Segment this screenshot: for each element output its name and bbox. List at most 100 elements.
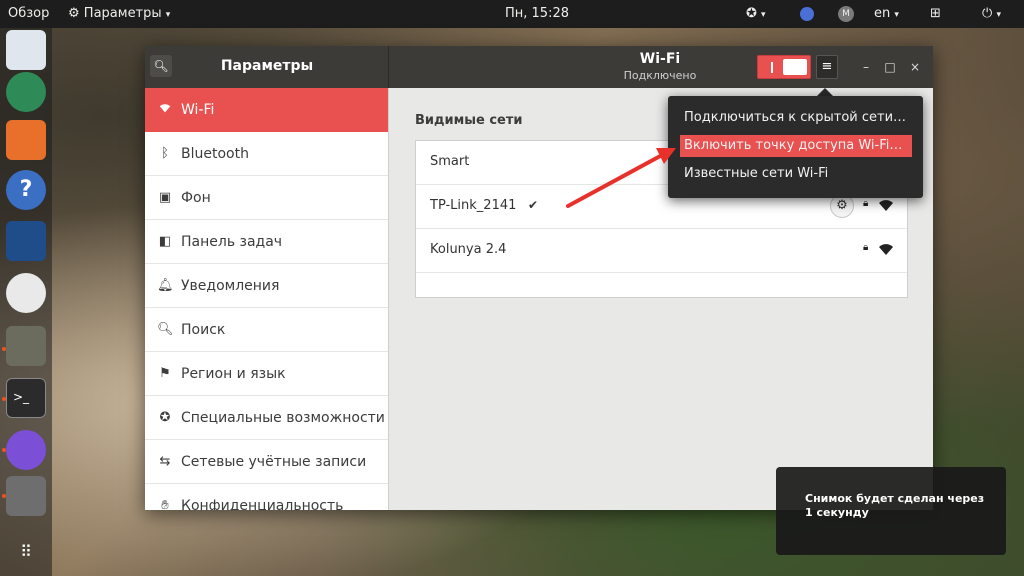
accessibility-icon: ✪ xyxy=(746,6,757,21)
accessibility-menu[interactable]: ✪ ▾ xyxy=(746,0,766,28)
running-indicator xyxy=(2,347,6,351)
easy-egg-icon[interactable] xyxy=(6,273,46,313)
sidebar-item-label: Конфиденциальность xyxy=(181,498,344,510)
sidebar-item-dock[interactable]: ◧ Панель задач xyxy=(145,220,388,264)
sidebar-item-label: Поиск xyxy=(181,322,226,338)
messenger-indicator[interactable] xyxy=(800,0,814,28)
network-row-kolunya[interactable]: Kolunya 2.4 🔒︎ xyxy=(416,229,907,273)
wifi-signal-icon xyxy=(879,244,893,255)
background-icon: ▣ xyxy=(158,190,172,205)
page-title: Wi-Fi xyxy=(639,51,681,67)
region-icon: ⚑ xyxy=(159,366,171,381)
gimp-icon[interactable] xyxy=(6,326,46,366)
wifi-menu-popover: Подключиться к скрытой сети… Включить то… xyxy=(668,96,923,198)
hand-icon: ✋︎ xyxy=(161,498,169,510)
menu-button[interactable]: ≡ xyxy=(816,55,838,79)
app-menu-label: Параметры xyxy=(83,6,162,21)
notification-text: Снимок будет сделан через 1 секунду xyxy=(805,492,985,519)
running-indicator xyxy=(2,448,6,452)
network-name: TP-Link_2141 xyxy=(430,198,517,213)
wifi-icon xyxy=(157,101,173,119)
gear-icon: ⚙ xyxy=(836,198,848,213)
section-title: Видимые сети xyxy=(415,113,523,128)
sidebar-item-privacy[interactable]: ✋︎ Конфиденциальность xyxy=(145,484,388,510)
lock-icon: 🔒︎ xyxy=(863,198,869,209)
help-icon[interactable]: ? xyxy=(6,170,46,210)
app-grid-icon[interactable]: ⠿ xyxy=(6,532,46,572)
sidebar-item-accessibility[interactable]: ✪ Специальные возможности xyxy=(145,396,388,440)
mail-badge-icon: M xyxy=(838,5,854,22)
search-icon: 🔍︎ xyxy=(157,322,174,337)
network-menu[interactable]: ⊞ xyxy=(930,0,941,28)
sidebar-item-label: Специальные возможности xyxy=(181,410,385,426)
viber-icon[interactable] xyxy=(6,430,46,470)
chevron-down-icon: ▾ xyxy=(894,10,899,20)
toggle-on-mark xyxy=(771,62,773,73)
close-button[interactable]: × xyxy=(905,57,925,77)
chevron-down-icon: ▾ xyxy=(165,10,171,20)
menu-item-known-networks[interactable]: Известные сети Wi-Fi xyxy=(680,163,828,185)
activities-button[interactable]: Обзор xyxy=(8,0,49,28)
search-icon: 🔍︎ xyxy=(153,59,169,73)
terminal-icon[interactable]: >_ xyxy=(6,378,46,418)
sidebar: Wi-Fi ᛒ Bluetooth ▣ Фон ◧ Панель задач 🔔… xyxy=(145,88,389,510)
menu-item-hotspot[interactable]: Включить точку доступа Wi-Fi… xyxy=(680,135,912,157)
titlebar: 🔍︎ Параметры Wi-Fi Подключено ≡ – □ × xyxy=(145,46,933,88)
sidebar-item-region[interactable]: ⚑ Регион и язык xyxy=(145,352,388,396)
bell-icon: 🔔︎ xyxy=(157,278,174,293)
notes-app-icon[interactable] xyxy=(6,30,46,70)
mail-indicator[interactable]: M xyxy=(838,0,854,28)
sidebar-item-online-accounts[interactable]: ⇆ Сетевые учётные записи xyxy=(145,440,388,484)
sidebar-item-label: Сетевые учётные записи xyxy=(181,454,367,470)
popover-arrow xyxy=(817,88,833,96)
sidebar-item-bluetooth[interactable]: ᛒ Bluetooth xyxy=(145,132,388,176)
sidebar-item-label: Регион и язык xyxy=(181,366,286,382)
network-name: Kolunya 2.4 xyxy=(430,242,507,257)
messenger-icon xyxy=(800,6,814,21)
software-center-icon[interactable] xyxy=(6,120,46,160)
annotation-arrow xyxy=(566,148,676,208)
sidebar-item-label: Bluetooth xyxy=(181,146,249,162)
sidebar-item-wifi[interactable]: Wi-Fi xyxy=(145,88,388,132)
network-icon: ⊞ xyxy=(930,6,941,21)
sidebar-item-background[interactable]: ▣ Фон xyxy=(145,176,388,220)
network-name: Smart xyxy=(430,154,470,169)
keyboard-layout-label: en xyxy=(874,6,891,21)
running-indicator xyxy=(2,494,6,498)
menu-item-connect-hidden[interactable]: Подключиться к скрытой сети… xyxy=(680,107,906,129)
system-monitor-icon[interactable] xyxy=(6,221,46,261)
wifi-signal-icon xyxy=(879,200,893,211)
gear-icon: ⚙ xyxy=(68,6,80,21)
atom-icon[interactable] xyxy=(6,72,46,112)
dock-icon: ◧ xyxy=(158,234,172,249)
chevron-down-icon: ▾ xyxy=(761,10,766,20)
online-accounts-icon: ⇆ xyxy=(159,454,171,469)
system-menu[interactable]: ⏻ ▾ xyxy=(982,0,1001,28)
keyboard-layout-menu[interactable]: en ▾ xyxy=(874,0,899,28)
wifi-toggle[interactable] xyxy=(757,55,811,79)
connected-check-icon: ✔ xyxy=(528,198,539,212)
minimize-button[interactable]: – xyxy=(856,57,876,77)
app-title: Параметры xyxy=(220,58,314,74)
power-icon: ⏻ xyxy=(982,6,993,21)
app-menu[interactable]: ⚙ Параметры ▾ xyxy=(68,0,170,28)
settings-tools-icon[interactable] xyxy=(6,476,46,516)
sidebar-item-label: Wi-Fi xyxy=(181,102,215,118)
notification-toast[interactable]: Снимок будет сделан через 1 секунду xyxy=(776,467,1006,555)
sidebar-item-notifications[interactable]: 🔔︎ Уведомления xyxy=(145,264,388,308)
chevron-down-icon: ▾ xyxy=(996,10,1001,20)
top-bar: Обзор ⚙ Параметры ▾ Пн, 15:28 ✪ ▾ M en ▾… xyxy=(0,0,1024,28)
running-indicator xyxy=(2,397,6,401)
dock: ? >_ ⠿ xyxy=(0,28,52,576)
sidebar-item-search[interactable]: 🔍︎ Поиск xyxy=(145,308,388,352)
maximize-button[interactable]: □ xyxy=(880,57,900,77)
accessibility-icon: ✪ xyxy=(159,410,171,425)
search-button[interactable]: 🔍︎ xyxy=(150,55,172,77)
sidebar-item-label: Уведомления xyxy=(181,278,280,294)
hamburger-icon: ≡ xyxy=(821,59,833,74)
titlebar-left: 🔍︎ Параметры xyxy=(145,46,389,88)
toggle-knob xyxy=(783,59,807,75)
bluetooth-icon: ᛒ xyxy=(161,146,169,161)
sidebar-item-label: Панель задач xyxy=(181,234,283,250)
clock[interactable]: Пн, 15:28 xyxy=(482,0,592,28)
